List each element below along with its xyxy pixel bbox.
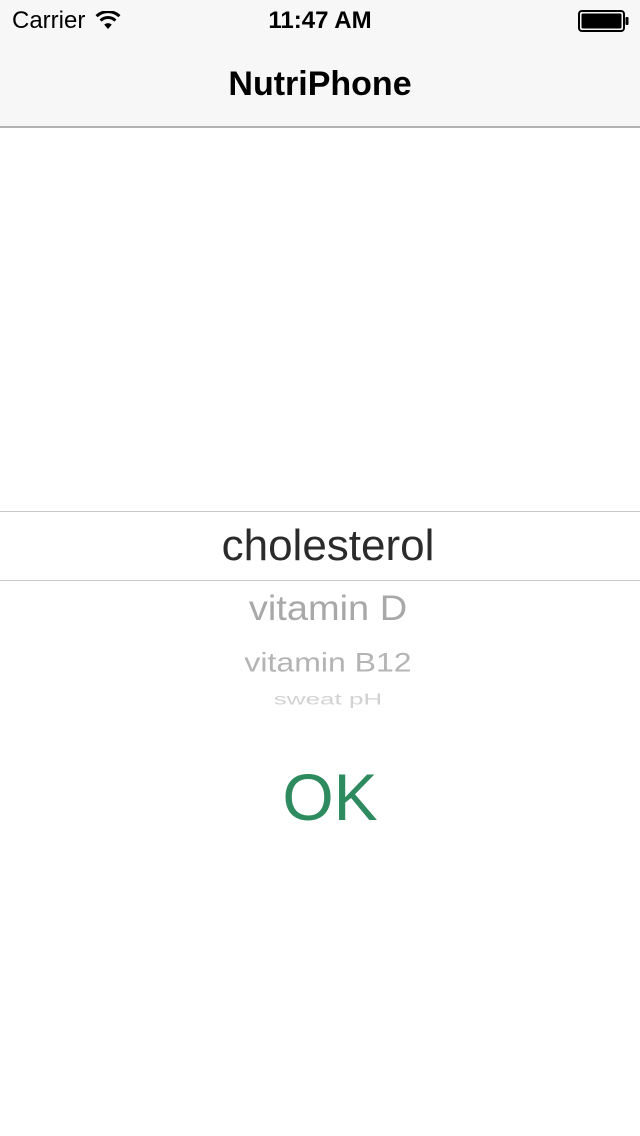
status-time: 11:47 AM bbox=[268, 7, 372, 34]
picker-row[interactable]: sweat pH bbox=[0, 690, 640, 708]
picker-row[interactable]: vitamin D bbox=[0, 588, 640, 630]
nutrient-picker[interactable]: cholesterol vitamin D vitamin B12 sweat … bbox=[0, 460, 640, 730]
navigation-bar: Carrier 11:47 AM NutriPhone bbox=[0, 0, 640, 128]
page-title: NutriPhone bbox=[228, 65, 412, 103]
screen: Carrier 11:47 AM NutriPhone cholesterol … bbox=[0, 0, 640, 1136]
picker-row[interactable]: vitamin B12 bbox=[0, 647, 640, 678]
picker-row-selected[interactable]: cholesterol bbox=[0, 520, 640, 572]
battery-icon bbox=[578, 10, 629, 32]
ok-button[interactable]: OK bbox=[220, 752, 440, 842]
